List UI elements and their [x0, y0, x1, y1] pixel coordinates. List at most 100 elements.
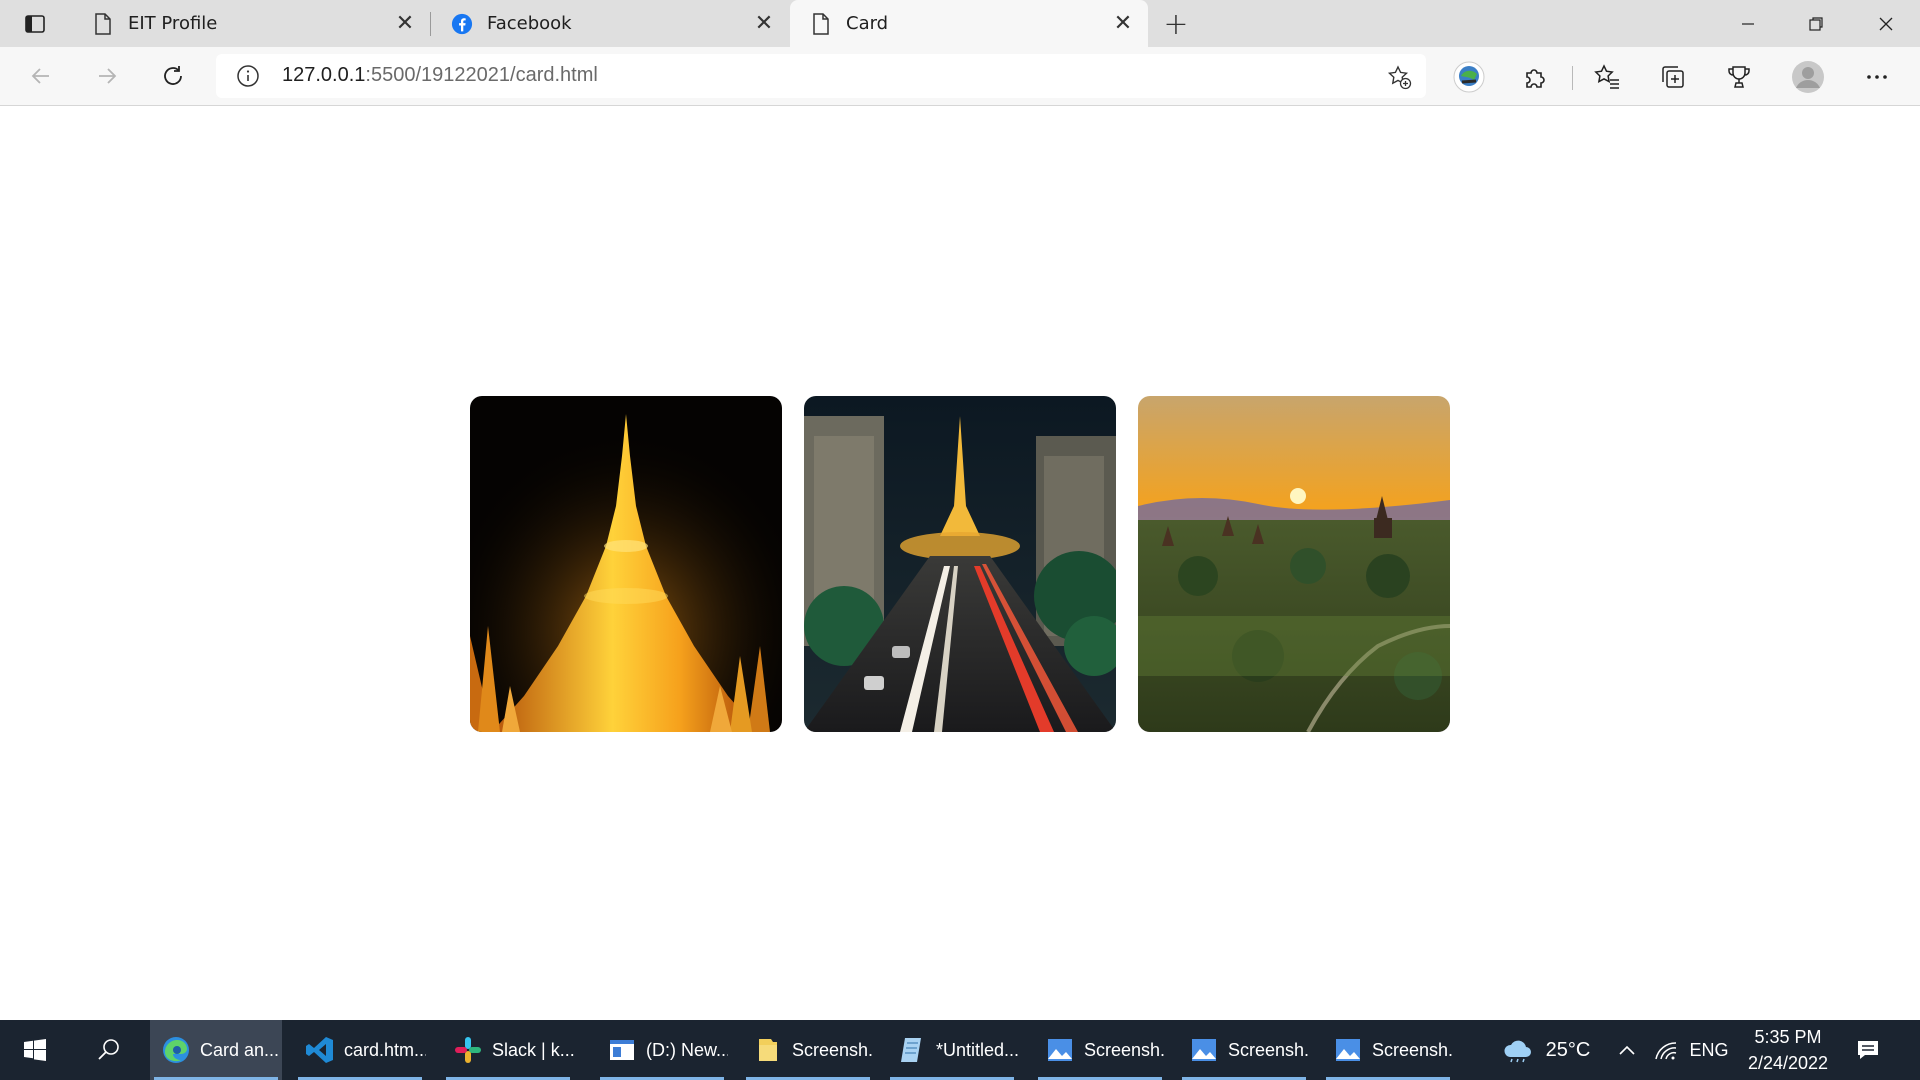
- restore-button[interactable]: [1782, 0, 1850, 47]
- card-city-street[interactable]: [804, 396, 1116, 732]
- temples-sunset-image: [1138, 396, 1450, 732]
- clock-time: 5:35 PM: [1754, 1027, 1822, 1047]
- page-icon: [810, 12, 832, 35]
- golden-pagoda-image: [470, 396, 782, 732]
- avatar: [1792, 61, 1824, 93]
- edge-icon: [160, 1034, 192, 1066]
- taskbar-app-label: Screensh...: [1372, 1039, 1454, 1060]
- arrow-right-icon: [99, 68, 117, 84]
- windows-icon: [24, 1039, 46, 1061]
- taskbar-app-photos-1[interactable]: Screensh...: [1034, 1020, 1166, 1080]
- taskbar-app-edge[interactable]: Card an...: [150, 1020, 282, 1080]
- taskbar-app-label: Screensh...: [1084, 1039, 1166, 1060]
- taskbar-app-label: Slack | k...: [492, 1039, 574, 1060]
- toolbar-divider: [1572, 66, 1573, 90]
- url-text[interactable]: 127.0.0.1:5500/19122021/card.html: [282, 64, 598, 87]
- network-button[interactable]: [1650, 1020, 1682, 1080]
- taskbar-app-slack[interactable]: Slack | k...: [442, 1020, 574, 1080]
- chevron-up-icon: [1619, 1045, 1635, 1055]
- search-button[interactable]: [76, 1020, 142, 1080]
- weather-temperature[interactable]: 25°C: [1540, 1020, 1596, 1080]
- tab-strip: EIT Profile ✕ Facebook ✕ Card ✕ +: [0, 0, 1920, 47]
- rewards-button[interactable]: [1722, 60, 1756, 94]
- taskbar-app-photos-3[interactable]: Screensh...: [1322, 1020, 1454, 1080]
- add-favorite-icon[interactable]: [1386, 64, 1412, 90]
- taskbar-app-label: *Untitled...: [936, 1039, 1018, 1060]
- idm-extension-button[interactable]: [1452, 60, 1486, 94]
- input-language[interactable]: ENG: [1684, 1020, 1734, 1080]
- card-golden-pagoda[interactable]: [470, 396, 782, 732]
- back-button[interactable]: [22, 58, 60, 94]
- profile-button[interactable]: [1791, 60, 1825, 94]
- taskbar-app-explorer-window[interactable]: (D:) New...: [596, 1020, 728, 1080]
- minimize-button[interactable]: [1714, 0, 1782, 47]
- taskbar-app-photos-2[interactable]: Screensh...: [1178, 1020, 1310, 1080]
- wifi-icon: [1655, 1042, 1677, 1060]
- minimize-icon: [1742, 22, 1754, 25]
- start-button[interactable]: [0, 1020, 70, 1080]
- tab-title: Facebook: [487, 13, 572, 34]
- weather-button[interactable]: [1498, 1020, 1538, 1080]
- puzzle-icon: [1526, 69, 1545, 88]
- close-window-button[interactable]: [1852, 0, 1920, 47]
- notification-icon: [1858, 1041, 1878, 1059]
- collections-button[interactable]: [1656, 60, 1690, 94]
- restore-icon: [1809, 16, 1823, 31]
- weather-cloud-icon: [1504, 1040, 1531, 1063]
- tab-actions-icon: [25, 15, 45, 33]
- page-icon: [92, 12, 114, 35]
- settings-more-button[interactable]: [1860, 60, 1894, 94]
- taskbar-app-label: card.htm...: [344, 1039, 426, 1060]
- show-hidden-icons-button[interactable]: [1612, 1020, 1642, 1080]
- arrow-left-icon: [31, 68, 49, 84]
- search-icon: [98, 1039, 119, 1060]
- explorer-window-icon: [606, 1034, 638, 1066]
- tab-actions-button[interactable]: [16, 10, 54, 38]
- notepad-icon: [896, 1034, 928, 1066]
- more-icon: [1867, 75, 1887, 79]
- url-path: :5500/19122021/card.html: [365, 64, 598, 86]
- forward-button[interactable]: [88, 58, 126, 94]
- taskbar: Card an... card.htm... Slack | k... (D:)…: [0, 1020, 1920, 1080]
- photos-icon: [1044, 1034, 1076, 1066]
- close-tab-icon[interactable]: ✕: [392, 11, 418, 37]
- taskbar-app-label: Screensh...: [1228, 1039, 1310, 1060]
- taskbar-app-vscode[interactable]: card.htm...: [294, 1020, 426, 1080]
- tab-facebook[interactable]: Facebook ✕: [431, 0, 789, 47]
- new-tab-button[interactable]: +: [1160, 7, 1192, 42]
- taskbar-app-label: Screensh...: [792, 1039, 874, 1060]
- info-icon[interactable]: [236, 64, 260, 88]
- url-host: 127.0.0.1: [282, 64, 366, 86]
- action-center-button[interactable]: [1848, 1020, 1888, 1080]
- card-temples-sunset[interactable]: [1138, 396, 1450, 732]
- folder-icon: [752, 1034, 784, 1066]
- extensions-button[interactable]: [1518, 60, 1552, 94]
- taskbar-app-notepad[interactable]: *Untitled...: [886, 1020, 1018, 1080]
- tab-title: Card: [846, 13, 889, 34]
- slack-icon: [452, 1034, 484, 1066]
- page-content: [0, 106, 1920, 1020]
- refresh-icon: [164, 66, 182, 85]
- city-street-image: [804, 396, 1116, 732]
- favorites-button[interactable]: [1590, 60, 1624, 94]
- trophy-icon: [1728, 66, 1750, 88]
- facebook-icon: [451, 13, 473, 35]
- tab-eit-profile[interactable]: EIT Profile ✕: [72, 0, 430, 47]
- taskbar-app-label: Card an...: [200, 1039, 280, 1060]
- close-tab-icon[interactable]: ✕: [751, 11, 777, 37]
- taskbar-app-label: (D:) New...: [646, 1039, 728, 1060]
- taskbar-app-folder[interactable]: Screensh...: [742, 1020, 874, 1080]
- close-icon: [1879, 17, 1893, 30]
- photos-icon: [1188, 1034, 1220, 1066]
- collections-icon: [1662, 66, 1684, 88]
- browser-toolbar: 127.0.0.1:5500/19122021/card.html: [0, 47, 1920, 106]
- idm-extension-icon: [1453, 61, 1485, 93]
- photos-icon: [1332, 1034, 1364, 1066]
- address-bar[interactable]: 127.0.0.1:5500/19122021/card.html: [216, 54, 1426, 98]
- refresh-button[interactable]: [154, 58, 192, 94]
- tab-card[interactable]: Card ✕: [790, 0, 1148, 47]
- tab-title: EIT Profile: [128, 13, 218, 34]
- clock[interactable]: 5:35 PM 2/24/2022: [1736, 1020, 1840, 1080]
- vscode-icon: [304, 1034, 336, 1066]
- close-tab-icon[interactable]: ✕: [1110, 11, 1136, 37]
